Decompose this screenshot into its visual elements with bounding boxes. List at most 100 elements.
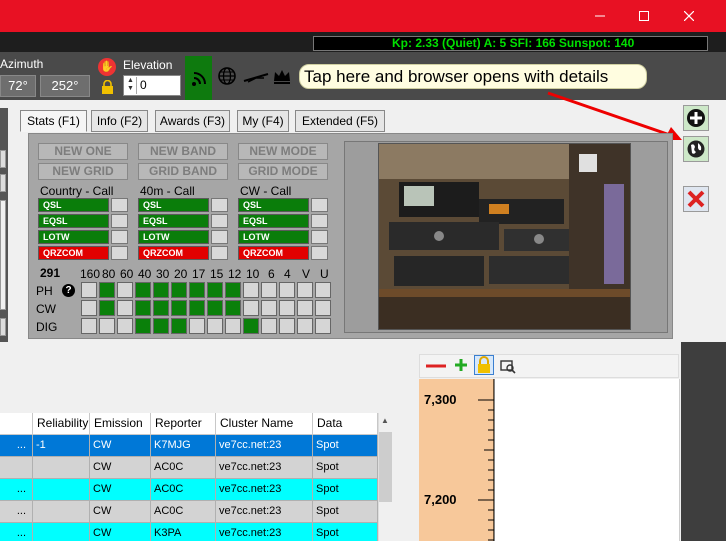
band-mode-cell	[135, 318, 151, 334]
stop-rotator-icon[interactable]: ✋	[98, 58, 116, 76]
country-call-heading: Country - Call	[40, 184, 114, 198]
tab-extended[interactable]: Extended (F5)	[295, 110, 385, 132]
maximize-button[interactable]	[621, 0, 667, 32]
spot-reliability	[33, 501, 90, 523]
lotw-status: LOTW	[138, 230, 209, 244]
minimize-icon	[595, 15, 605, 17]
azimuth-target[interactable]: 252°	[40, 75, 90, 97]
new-one-button[interactable]: NEW ONE	[38, 143, 128, 160]
band-mode-cell	[225, 300, 241, 316]
eqsl-check	[311, 214, 328, 228]
band-mode-cell	[315, 282, 331, 298]
band-mode-cell	[171, 282, 187, 298]
frequency-label: 7,200	[424, 492, 457, 507]
band-mode-cell	[117, 318, 133, 334]
crown-icon[interactable]	[272, 66, 292, 86]
qsl-check	[211, 198, 228, 212]
eqsl-check	[111, 214, 128, 228]
left-panel-chip	[0, 318, 6, 336]
grid-mode-button[interactable]: GRID MODE	[238, 163, 328, 180]
station-photo[interactable]	[378, 143, 631, 330]
stepper-arrows-icon[interactable]: ▲ ▼	[125, 77, 137, 94]
radio-station-image	[379, 144, 630, 329]
minus-icon[interactable]	[432, 358, 448, 374]
spot-cluster: ve7cc.net:23	[216, 479, 313, 501]
azimuth-label: Azimuth	[0, 57, 44, 71]
band-mode-cell	[243, 300, 259, 316]
spot-cluster: ve7cc.net:23	[216, 523, 313, 541]
globe-icon[interactable]	[217, 66, 237, 86]
spot-cluster: ve7cc.net:23	[216, 457, 313, 479]
tab-my[interactable]: My (F4)	[237, 110, 289, 132]
remove-button[interactable]	[683, 186, 709, 212]
band-mode-cell	[243, 282, 259, 298]
lock-icon[interactable]	[100, 80, 115, 94]
band-mode-cell	[153, 282, 169, 298]
open-browser-button[interactable]	[683, 136, 709, 162]
band-mode-cell	[207, 300, 223, 316]
band-header: 6	[268, 267, 275, 281]
band-header: 15	[210, 267, 224, 281]
spot-emission: CW	[90, 523, 151, 541]
eqsl-status: EQSL	[38, 214, 109, 228]
band-mode-cell	[261, 318, 277, 334]
band-header: 17	[192, 267, 206, 281]
spot-cluster: ve7cc.net:23	[216, 501, 313, 523]
spot-cluster: ve7cc.net:23	[216, 435, 313, 457]
band-header: 12	[228, 267, 242, 281]
spot-reporter: AC0C	[151, 501, 216, 523]
column-header-reliability[interactable]: Reliability	[33, 413, 90, 435]
band-header: 80	[102, 267, 116, 281]
band-mode-cell	[279, 282, 295, 298]
spot-reporter: K7MJG	[151, 435, 216, 457]
band-mode-cell	[153, 300, 169, 316]
column-header-emission[interactable]: Emission	[90, 413, 151, 435]
satellite-icon[interactable]	[242, 66, 270, 86]
band-mode-cell	[171, 300, 187, 316]
azimuth-current: 72°	[0, 75, 36, 97]
column-header-reporter[interactable]: Reporter	[151, 413, 216, 435]
qrzcom-status: QRZCOM	[138, 246, 209, 260]
column-header-data[interactable]: Data	[313, 413, 378, 435]
scroll-up-icon[interactable]: ▲	[381, 416, 389, 425]
zoom-in-icon[interactable]	[453, 357, 469, 373]
qsl-status: QSL	[238, 198, 309, 212]
spot-data: Spot	[313, 523, 378, 541]
add-button[interactable]	[683, 105, 709, 131]
band-header: U	[320, 267, 329, 281]
tab-info[interactable]: Info (F2)	[91, 110, 148, 132]
eqsl-status: EQSL	[138, 214, 209, 228]
tab-stats[interactable]: Stats (F1)	[20, 110, 87, 132]
band-mode-cell	[171, 318, 187, 334]
band-header: 60	[120, 267, 134, 281]
qsl-check	[111, 198, 128, 212]
band-mode-cell	[189, 318, 205, 334]
padlock-icon	[478, 356, 490, 373]
lock-scale-button[interactable]	[474, 355, 494, 375]
antenna-button[interactable]	[185, 56, 212, 100]
qsl-status: QSL	[138, 198, 209, 212]
new-mode-button[interactable]: NEW MODE	[238, 143, 328, 160]
left-panel-chip	[0, 150, 6, 168]
close-icon	[684, 11, 694, 21]
search-icon[interactable]	[500, 358, 516, 374]
eqsl-status: EQSL	[238, 214, 309, 228]
qsl-status: QSL	[38, 198, 109, 212]
grid-band-button[interactable]: GRID BAND	[138, 163, 228, 180]
help-icon[interactable]: ?	[62, 284, 75, 297]
tab-awards[interactable]: Awards (F3)	[155, 110, 230, 132]
band-mode-cell	[261, 300, 277, 316]
minimize-button[interactable]	[577, 0, 623, 32]
band-call-heading: 40m - Call	[140, 184, 195, 198]
close-window-button[interactable]	[666, 0, 712, 32]
scrollbar-thumb[interactable]	[379, 432, 392, 502]
new-grid-button[interactable]: NEW GRID	[38, 163, 128, 180]
band-header: 30	[156, 267, 170, 281]
column-header-cluster-name[interactable]: Cluster Name	[216, 413, 313, 435]
elevation-stepper[interactable]: ▲ ▼ 0	[123, 75, 181, 96]
new-band-button[interactable]: NEW BAND	[138, 143, 228, 160]
band-mode-cell	[225, 282, 241, 298]
lotw-check	[211, 230, 228, 244]
solar-conditions: Kp: 2.33 (Quiet) A: 5 SFI: 166 Sunspot: …	[313, 36, 708, 51]
qrzcom-status: QRZCOM	[38, 246, 109, 260]
